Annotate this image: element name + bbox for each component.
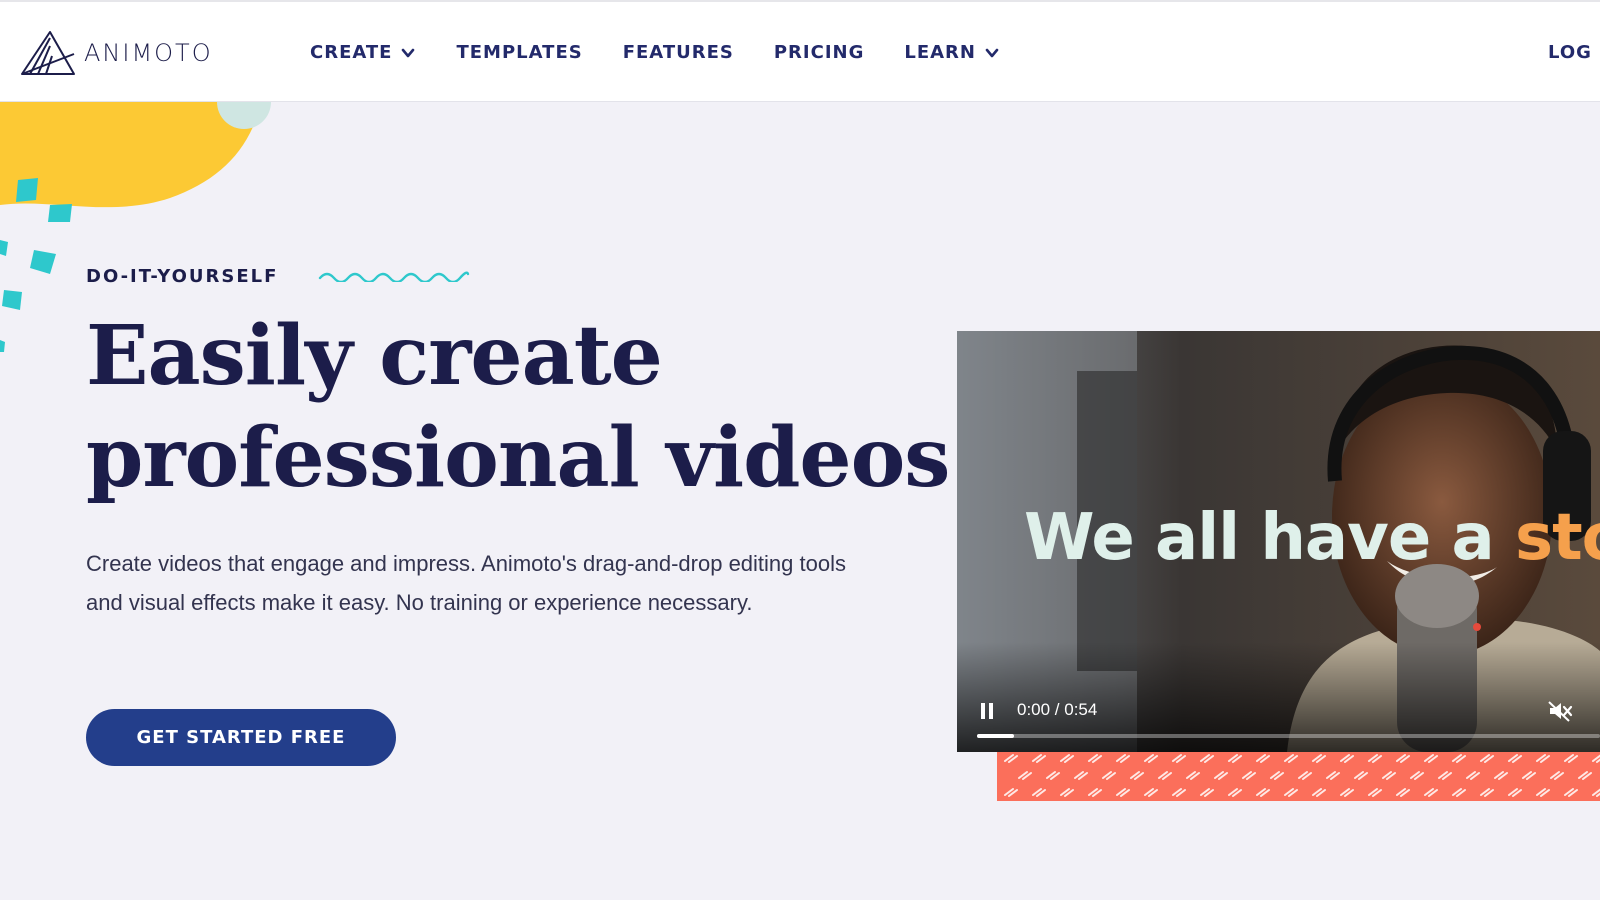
site-header: ANIMOTO CREATE TEMPLATES FEATURES PRICIN… — [0, 0, 1600, 102]
headline-line-2: professional videos — [86, 410, 950, 506]
hero-headline: Easily create professional videos — [86, 305, 950, 509]
main-nav: CREATE TEMPLATES FEATURES PRICING LEARN — [310, 42, 1000, 63]
eyebrow-label: DO-IT-YOURSELF — [86, 266, 279, 287]
headline-line-1: Easily create — [86, 308, 663, 404]
video-player[interactable]: We all have a stor 0:00 / 0:54 — [957, 331, 1600, 752]
pattern-marks — [1004, 754, 1600, 797]
coral-pattern-decoration — [997, 745, 1600, 801]
nav-learn-label: LEARN — [904, 42, 976, 63]
login-link[interactable]: LOG — [1548, 42, 1592, 63]
nav-features[interactable]: FEATURES — [623, 42, 734, 63]
video-overlay-caption: We all have a stor — [1024, 501, 1600, 575]
chevron-down-icon — [402, 48, 415, 57]
nav-create[interactable]: CREATE — [310, 42, 416, 63]
video-time: 0:00 / 0:54 — [1017, 700, 1098, 719]
hero-subtext: Create videos that engage and impress. A… — [86, 551, 846, 615]
mute-icon[interactable] — [1547, 700, 1573, 722]
video-controls: 0:00 / 0:54 — [957, 642, 1600, 752]
get-started-button[interactable]: GET STARTED FREE — [86, 709, 396, 766]
nav-create-label: CREATE — [310, 42, 393, 63]
nav-templates-label: TEMPLATES — [456, 42, 583, 63]
wave-icon — [318, 271, 470, 282]
nav-pricing-label: PRICING — [773, 42, 865, 63]
caption-accent: stor — [1514, 501, 1600, 575]
nav-templates[interactable]: TEMPLATES — [456, 42, 582, 63]
pause-icon[interactable] — [979, 702, 995, 720]
nav-pricing[interactable]: PRICING — [774, 42, 865, 63]
logo[interactable]: ANIMOTO — [20, 28, 213, 78]
caption-main: We all have a — [1024, 501, 1515, 575]
chevron-down-icon — [985, 48, 999, 57]
video-progress-bar[interactable] — [977, 734, 1600, 738]
nav-learn[interactable]: LEARN — [904, 42, 1000, 63]
animoto-logo-icon — [21, 31, 75, 75]
teal-splotches-decoration — [0, 178, 72, 352]
nav-features-label: FEATURES — [622, 42, 734, 63]
video-progress-fill — [977, 734, 1015, 738]
logo-text: ANIMOTO — [84, 39, 213, 67]
